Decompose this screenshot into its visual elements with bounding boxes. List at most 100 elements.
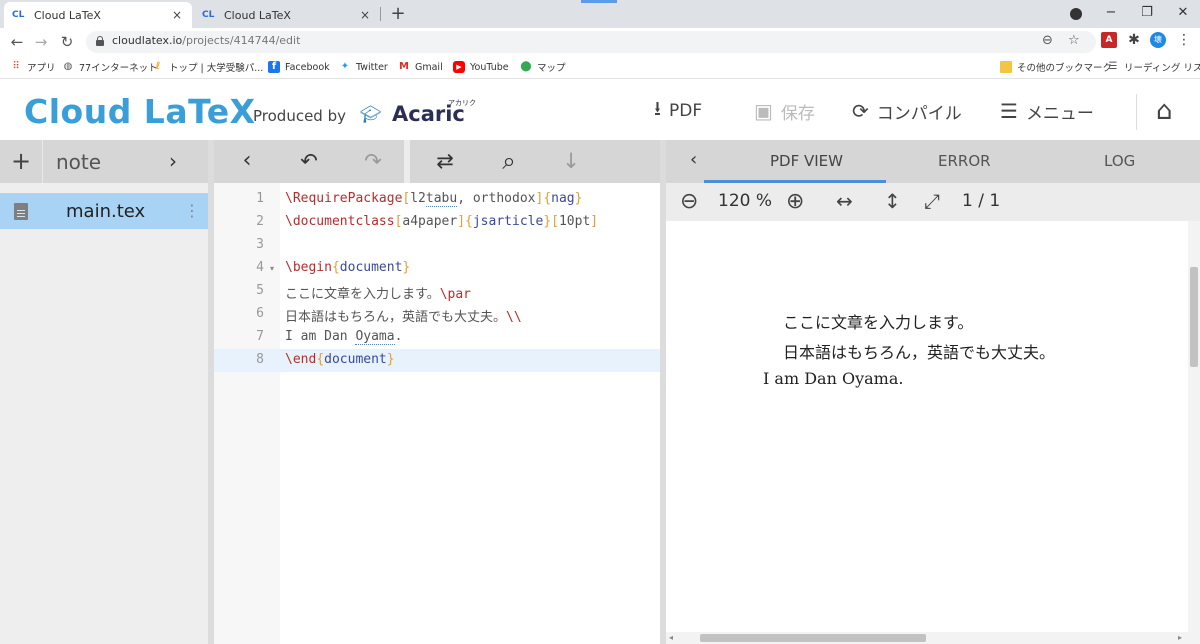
address-bar[interactable]: cloudlatex.io/projects/414744/edit ⊖ ☆ [86,31,1096,53]
app-logo[interactable]: Cloud LaTeX [24,92,256,131]
extensions-puzzle-icon[interactable]: ✱ [1126,32,1142,48]
line-number: 3 [256,237,264,252]
argument-text: nag [551,191,575,206]
globe-icon: ◍ [63,61,73,72]
tab-error[interactable]: ERROR [938,152,991,170]
spellcheck-word: tabu [425,191,458,207]
file-item-main-tex[interactable]: main.tex ⋮ [0,193,208,229]
browser-tab-active[interactable]: CL Cloud LaTeX × [4,2,192,28]
option-text: a4paper [402,214,458,229]
undo-icon[interactable]: ↶ [296,148,322,174]
bookmark-twitter[interactable]: ✦ Twitter [339,59,388,75]
folder-icon [1000,61,1012,73]
bookmark-top[interactable]: ℓ トップ | 大学受験パ... [152,59,264,75]
collapse-pdf-icon[interactable]: ‹ [690,149,697,170]
tab-log[interactable]: LOG [1104,152,1135,170]
page-indicator: 1 / 1 [962,191,1001,211]
zoom-level: 120 % [718,191,773,211]
editor-toolbar: ‹ ↶ ↷ ⇄ ⌕ ↓ [214,140,660,183]
pdf-vertical-scrollbar[interactable] [1188,221,1200,632]
bookmark-star-icon[interactable]: ☆ [1068,33,1080,48]
bookmark-youtube[interactable]: ▶ YouTube [453,59,509,75]
replace-icon[interactable]: ⇄ [432,148,458,174]
body-text: I am Dan [285,329,356,344]
lock-icon [96,36,104,46]
pdf-label: PDF [669,101,703,121]
menu-label: メニュー [1025,103,1094,124]
new-tab-button[interactable]: + [388,3,408,24]
browser-tabstrip: CL Cloud LaTeX × CL Cloud LaTeX × + − ❐ … [0,0,1200,28]
tab-close-icon[interactable]: × [170,8,184,22]
zoom-icon[interactable]: ⊖ [1042,33,1053,48]
collapse-editor-icon[interactable]: ‹ [234,148,260,174]
acaric-kana: アカリク [448,99,476,107]
pdf-horizontal-scrollbar[interactable]: ◂ ▸ [666,632,1200,644]
bookmark-label: アプリ [27,63,56,74]
tab-pdf-view[interactable]: PDF VIEW [770,152,843,170]
file-options-icon[interactable]: ⋮ [184,201,200,220]
search-icon[interactable]: ⌕ [496,148,522,174]
acrobat-extension-icon[interactable]: A [1101,32,1117,48]
reload-button[interactable]: ↻ [56,31,78,53]
bookmark-label: Gmail [415,61,443,73]
zoom-in-icon[interactable]: ⊕ [786,189,804,214]
profile-avatar[interactable]: 壊 [1150,32,1166,48]
zoom-out-icon[interactable]: ⊖ [680,189,698,214]
line-number: 8 [256,352,264,367]
maximize-button[interactable]: ❐ [1132,2,1162,24]
pdf-download-button[interactable]: ⭳ PDF [654,96,703,124]
argument-text: jsarticle [472,214,544,229]
fit-width-icon[interactable]: ↔ [836,189,853,213]
editor-toolbar-divider [404,140,410,183]
scroll-left-arrow-icon[interactable]: ◂ [669,632,673,644]
pdf-preview[interactable]: ここに文章を入力します。 日本語はもちろん，英語でも大丈夫。 I am Dan … [666,221,1200,632]
bookmark-other[interactable]: その他のブックマーク [1000,59,1112,75]
bookmark-reading-list[interactable]: ☰ リーディング リスト [1107,59,1200,75]
compile-button[interactable]: ⟳ コンパイル [852,98,962,124]
fold-arrow-icon[interactable]: ▾ [270,264,274,273]
app-header: Cloud LaTeX Produced by 🎓︎ Acaric アカリク ⭳… [0,80,1200,140]
menu-button[interactable]: ☰ メニュー [1000,98,1094,124]
minimize-button[interactable]: − [1096,2,1126,24]
fullscreen-icon[interactable]: ⤢ [924,189,940,213]
bookmark-facebook[interactable]: f Facebook [268,59,330,75]
browser-tab[interactable]: CL Cloud LaTeX × [194,2,380,28]
redo-icon[interactable]: ↷ [360,148,386,174]
add-file-button[interactable]: + [11,147,31,175]
bookmark-77internet[interactable]: ◍ 77インターネット [62,59,158,75]
bookmark-label: Facebook [285,61,330,73]
body-text: 日本語はもちろん，英語でも大丈夫。 [285,310,507,325]
home-button[interactable]: ⌂ [1156,96,1173,126]
tab-separator [380,7,381,21]
fit-height-icon[interactable]: ↕ [884,189,901,213]
jump-down-icon[interactable]: ↓ [558,148,584,174]
bookmark-apps[interactable]: ⠿ アプリ [10,59,56,75]
save-button[interactable]: ▣ 保存 [754,98,815,124]
profile-indicator-icon[interactable] [1070,8,1082,20]
code-editor[interactable]: 1 2 3 4 ▾ 5 6 7 8 \RequirePackage[l2tabu… [214,183,660,644]
bookmark-label: トップ | 大学受験パ... [169,63,264,74]
close-window-button[interactable]: ✕ [1168,2,1198,24]
collapse-file-pane-icon[interactable]: › [169,149,177,173]
scrollbar-thumb[interactable] [1190,267,1198,367]
scroll-right-arrow-icon[interactable]: ▸ [1178,632,1182,644]
line-number: 1 [256,191,264,206]
tab-close-icon[interactable]: × [358,8,372,22]
forward-button[interactable]: → [30,31,52,53]
maps-icon: ⬤ [520,61,532,72]
bracket: { [316,352,325,367]
code-line-5: ここに文章を入力します。\par [285,283,471,302]
back-button[interactable]: ← [6,31,28,53]
top-icon: ℓ [155,61,161,72]
option-text: 10pt [558,214,591,229]
bookmark-maps[interactable]: ⬤ マップ [520,59,565,75]
gmail-icon: M [399,61,409,72]
scrollbar-thumb[interactable] [700,634,926,642]
bracket: ] [590,214,599,229]
bookmark-gmail[interactable]: M Gmail [398,59,443,75]
argument-text: document [324,352,387,367]
browser-menu-icon[interactable]: ⋮ [1176,32,1192,48]
latex-command: \begin [285,260,332,275]
bookmark-label: リーディング リスト [1124,63,1200,74]
bookmark-label: YouTube [470,61,509,73]
